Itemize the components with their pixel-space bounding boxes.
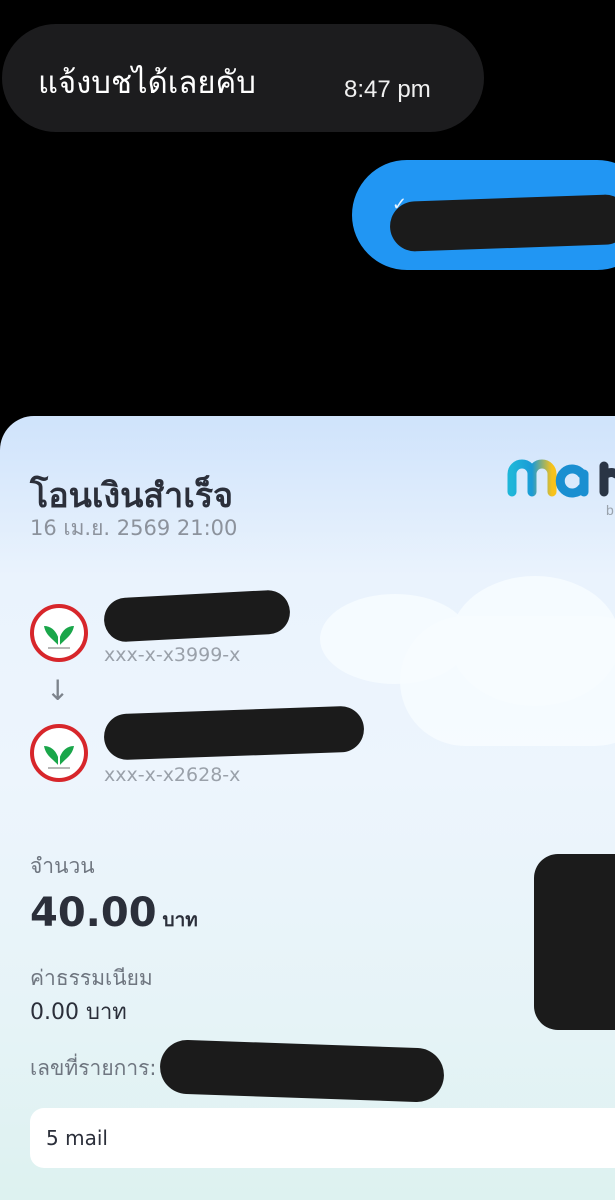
make-brand-logo-icon [507, 459, 615, 498]
fee-value: 0.00 บาท [30, 1000, 127, 1025]
reference-label: เลขที่รายการ: [30, 1056, 157, 1080]
transfer-slip-image[interactable]: โอนเงินสำเร็จ 16 เม.ย. 2569 21:00 b xxx-… [0, 416, 615, 1200]
arrow-down-icon: ↓ [46, 674, 70, 707]
receiver-bank-logo [30, 724, 88, 782]
amount-value: 40.00 บาท [30, 890, 198, 936]
sender-account-number: xxx-x-x3999-x [104, 644, 241, 666]
slip-datetime: 16 เม.ย. 2569 21:00 [30, 516, 238, 540]
redacted-reference-number [159, 1039, 445, 1103]
memo-field: 5 mail [30, 1108, 615, 1168]
outgoing-message-bubble[interactable]: ✓ [352, 160, 615, 270]
incoming-message-bubble[interactable]: แจ้งบชได้เลยคับ 8:47 pm [2, 24, 484, 132]
amount-label: จำนวน [30, 854, 95, 878]
redacted-qr-code [534, 854, 615, 1030]
redacted-outgoing-text [389, 193, 615, 253]
redacted-sender-name [102, 589, 292, 643]
redacted-receiver-name [103, 705, 365, 761]
receiver-account-number: xxx-x-x2628-x [104, 764, 241, 786]
sender-bank-logo [30, 604, 88, 662]
chat-screen: แจ้งบชได้เลยคับ 8:47 pm ✓ โอนเงินสำเร็จ … [0, 0, 615, 1200]
amount-number: 40.00 [30, 890, 157, 936]
kasikorn-leaf-icon [44, 746, 74, 769]
fee-label: ค่าธรรมเนียม [30, 966, 153, 990]
incoming-message-time: 8:47 pm [344, 76, 431, 103]
brand-subtext: b [606, 502, 614, 518]
kasikorn-leaf-icon [44, 626, 74, 649]
cloud-decoration [450, 576, 615, 706]
incoming-message-text: แจ้งบชได้เลยคับ [38, 65, 256, 101]
amount-currency: บาท [162, 909, 198, 931]
memo-text: 5 mail [46, 1126, 108, 1150]
